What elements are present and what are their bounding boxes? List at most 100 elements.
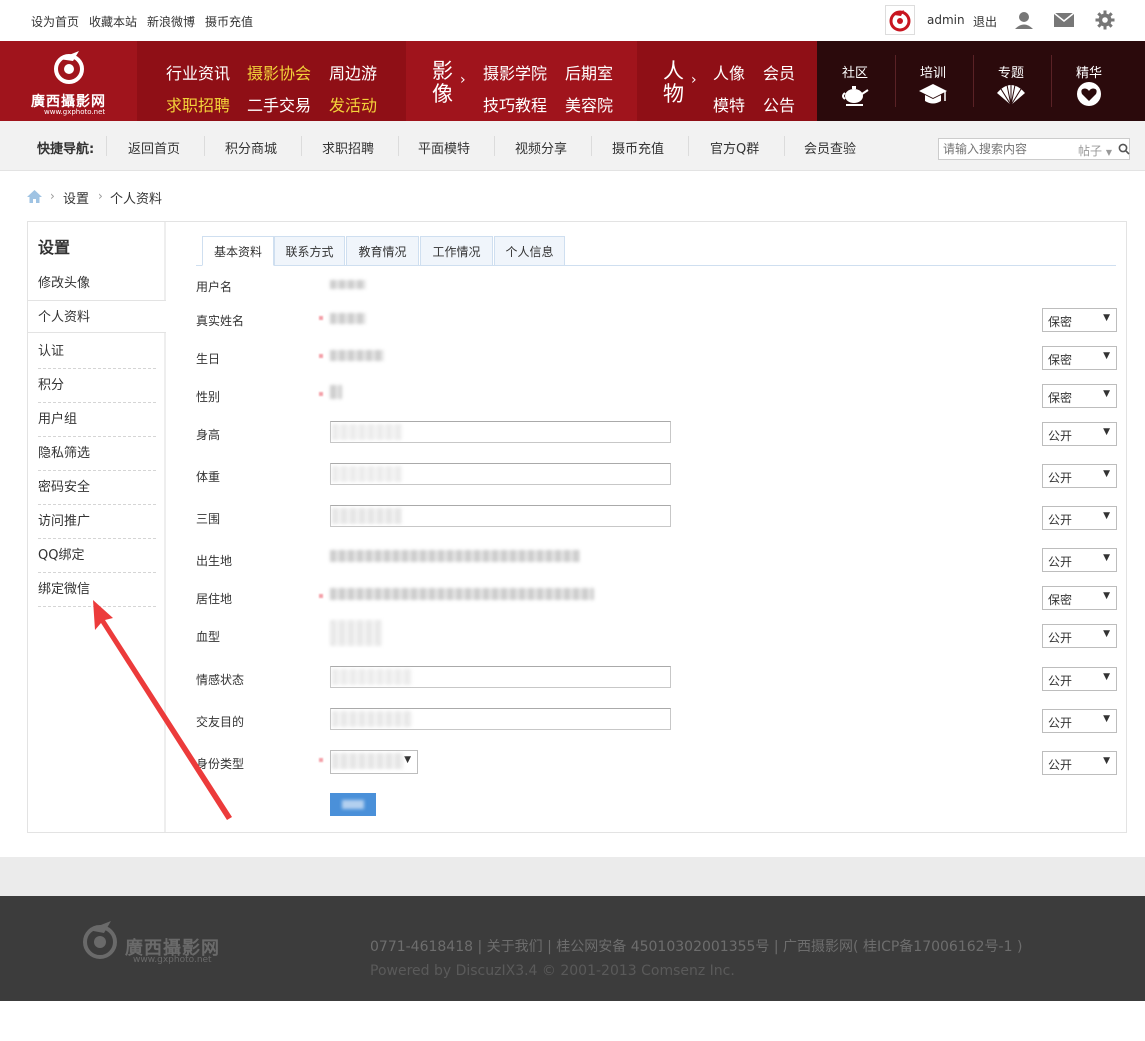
caret-down-icon: ▼ <box>1103 553 1110 563</box>
caret-down-icon: ▼ <box>1103 629 1110 639</box>
group-people-char-2: 物 <box>663 82 684 106</box>
redacted-value <box>330 313 366 324</box>
quicknav-video[interactable]: 视频分享 <box>515 138 567 157</box>
search-box: 帖子 ▼ <box>938 138 1130 160</box>
caret-down-icon: ▼ <box>1103 427 1110 437</box>
nav-jobs[interactable]: 求职招聘 <box>166 92 230 116</box>
nav-photo-academy[interactable]: 摄影学院 <box>483 60 547 84</box>
search-input[interactable] <box>939 139 1077 159</box>
tab-contact[interactable]: 联系方式 <box>274 236 345 266</box>
sidebar-item-password[interactable]: 密码安全 <box>38 471 156 505</box>
privacy-select-measurements[interactable]: 公开 ▼ <box>1042 506 1117 530</box>
sidebar-item-avatar[interactable]: 修改头像 <box>38 267 156 301</box>
bookmark-link[interactable]: 收藏本站 <box>89 13 137 30</box>
privacy-select-dating-purpose[interactable]: 公开 ▼ <box>1042 709 1117 733</box>
message-mail-icon[interactable] <box>1053 10 1075 30</box>
nav-post-event[interactable]: 发活动 <box>329 92 377 116</box>
footer: 廣西攝影网 www.gxphoto.net 0771-4618418 | 关于我… <box>0 896 1145 1001</box>
sidebar-item-profile[interactable]: 个人资料 <box>28 300 166 333</box>
nav-photo-association[interactable]: 摄影协会 <box>247 60 311 84</box>
privacy-select-residence[interactable]: 保密 ▼ <box>1042 586 1117 610</box>
nav-post-processing[interactable]: 后期室 <box>565 60 613 84</box>
user-avatar[interactable] <box>885 5 915 35</box>
label-height: 身高 <box>196 428 221 442</box>
nav-group-features: 社区 培训 专题 精华 <box>817 41 1145 121</box>
privacy-select-relationship[interactable]: 公开 ▼ <box>1042 667 1117 691</box>
label-username: 用户名 <box>196 280 233 294</box>
sidebar-item-points[interactable]: 积分 <box>38 369 156 403</box>
privacy-select-height[interactable]: 公开 ▼ <box>1042 422 1117 446</box>
label-birthplace: 出生地 <box>196 554 233 568</box>
nav-beauty-studio[interactable]: 美容院 <box>565 92 613 116</box>
privacy-select-gender[interactable]: 保密 ▼ <box>1042 384 1117 408</box>
username[interactable]: admin <box>927 13 965 27</box>
breadcrumb-separator-icon: › <box>98 189 103 203</box>
redacted-value <box>332 711 412 727</box>
group-people-char-1: 人 <box>663 59 684 83</box>
nav-community[interactable]: 社区 <box>819 41 891 121</box>
required-mark <box>319 354 323 358</box>
nav-tutorials[interactable]: 技巧教程 <box>483 92 547 116</box>
sidebar-item-verify[interactable]: 认证 <box>38 335 156 369</box>
nav-members[interactable]: 会员 <box>763 60 795 84</box>
tab-education[interactable]: 教育情况 <box>346 236 419 266</box>
footer-info-line[interactable]: 0771-4618418 | 关于我们 | 桂公网安备 450103020013… <box>370 936 1022 956</box>
privacy-value: 公开 <box>1048 555 1073 569</box>
redacted-value <box>330 280 366 289</box>
nav-essence[interactable]: 精华 <box>1053 41 1125 121</box>
required-mark <box>319 758 323 762</box>
quicknav-models[interactable]: 平面模特 <box>418 138 470 157</box>
privacy-select-birthplace[interactable]: 公开 ▼ <box>1042 548 1117 572</box>
logout-link[interactable]: 退出 <box>973 13 997 30</box>
quicknav-recharge[interactable]: 摄币充值 <box>612 138 664 157</box>
privacy-select-real-name[interactable]: 保密 ▼ <box>1042 308 1117 332</box>
sidebar-item-promotion[interactable]: 访问推广 <box>38 505 156 539</box>
privacy-select-birthday[interactable]: 保密 ▼ <box>1042 346 1117 370</box>
tab-basic-info[interactable]: 基本资料 <box>202 236 274 266</box>
breadcrumb-settings[interactable]: 设置 <box>63 188 89 207</box>
divider <box>106 136 107 156</box>
site-logo[interactable]: 廣西攝影网 www.gxphoto.net <box>0 41 137 121</box>
sidebar-item-privacy[interactable]: 隐私筛选 <box>38 437 156 471</box>
redacted-value <box>330 385 342 399</box>
privacy-select-weight[interactable]: 公开 ▼ <box>1042 464 1117 488</box>
graduation-cap-icon <box>919 84 947 104</box>
settings-gear-icon[interactable] <box>1094 10 1116 30</box>
nav-announcements[interactable]: 公告 <box>763 92 795 116</box>
nav-training[interactable]: 培训 <box>897 41 969 121</box>
nav-nearby-travel[interactable]: 周边游 <box>329 60 377 84</box>
search-type-select[interactable]: 帖子 ▼ <box>1078 142 1112 159</box>
quicknav-qq-group[interactable]: 官方Q群 <box>710 138 759 157</box>
quicknav-home[interactable]: 返回首页 <box>128 138 180 157</box>
set-homepage-link[interactable]: 设为首页 <box>31 13 79 30</box>
quicknav-jobs[interactable]: 求职招聘 <box>322 138 374 157</box>
nav-industry-news[interactable]: 行业资讯 <box>166 60 230 84</box>
privacy-select-blood-type[interactable]: 公开 ▼ <box>1042 624 1117 648</box>
caret-down-icon: ▼ <box>1103 313 1110 323</box>
privacy-select-identity-type[interactable]: 公开 ▼ <box>1042 751 1117 775</box>
tab-work[interactable]: 工作情况 <box>420 236 493 266</box>
nav-second-hand[interactable]: 二手交易 <box>247 92 311 116</box>
privacy-value: 公开 <box>1048 758 1073 772</box>
privacy-value: 保密 <box>1048 593 1073 607</box>
sidebar-item-usergroup[interactable]: 用户组 <box>38 403 156 437</box>
search-icon[interactable] <box>1118 143 1130 155</box>
chevron-right-icon: › <box>460 72 466 88</box>
home-icon[interactable] <box>27 190 42 203</box>
group-image-char-1: 影 <box>432 59 453 83</box>
quicknav-points-mall[interactable]: 积分商城 <box>225 138 277 157</box>
redacted-value <box>332 753 404 769</box>
sina-weibo-link[interactable]: 新浪微博 <box>147 13 195 30</box>
quicknav-member-verify[interactable]: 会员查验 <box>804 138 856 157</box>
caret-down-icon: ▼ <box>1103 714 1110 724</box>
nav-portrait[interactable]: 人像 <box>713 60 745 84</box>
breadcrumb-profile: 个人资料 <box>110 192 163 207</box>
save-button[interactable] <box>330 793 376 816</box>
user-profile-icon[interactable] <box>1013 10 1035 30</box>
sidebar-item-qq-bind[interactable]: QQ绑定 <box>38 539 156 573</box>
nav-group-image: 影 像 › 摄影学院 后期室 技巧教程 美容院 <box>406 41 637 121</box>
nav-models[interactable]: 模特 <box>713 92 745 116</box>
nav-topics[interactable]: 专题 <box>975 41 1047 121</box>
tab-personal-info[interactable]: 个人信息 <box>494 236 565 266</box>
recharge-link[interactable]: 摄币充值 <box>205 13 253 30</box>
